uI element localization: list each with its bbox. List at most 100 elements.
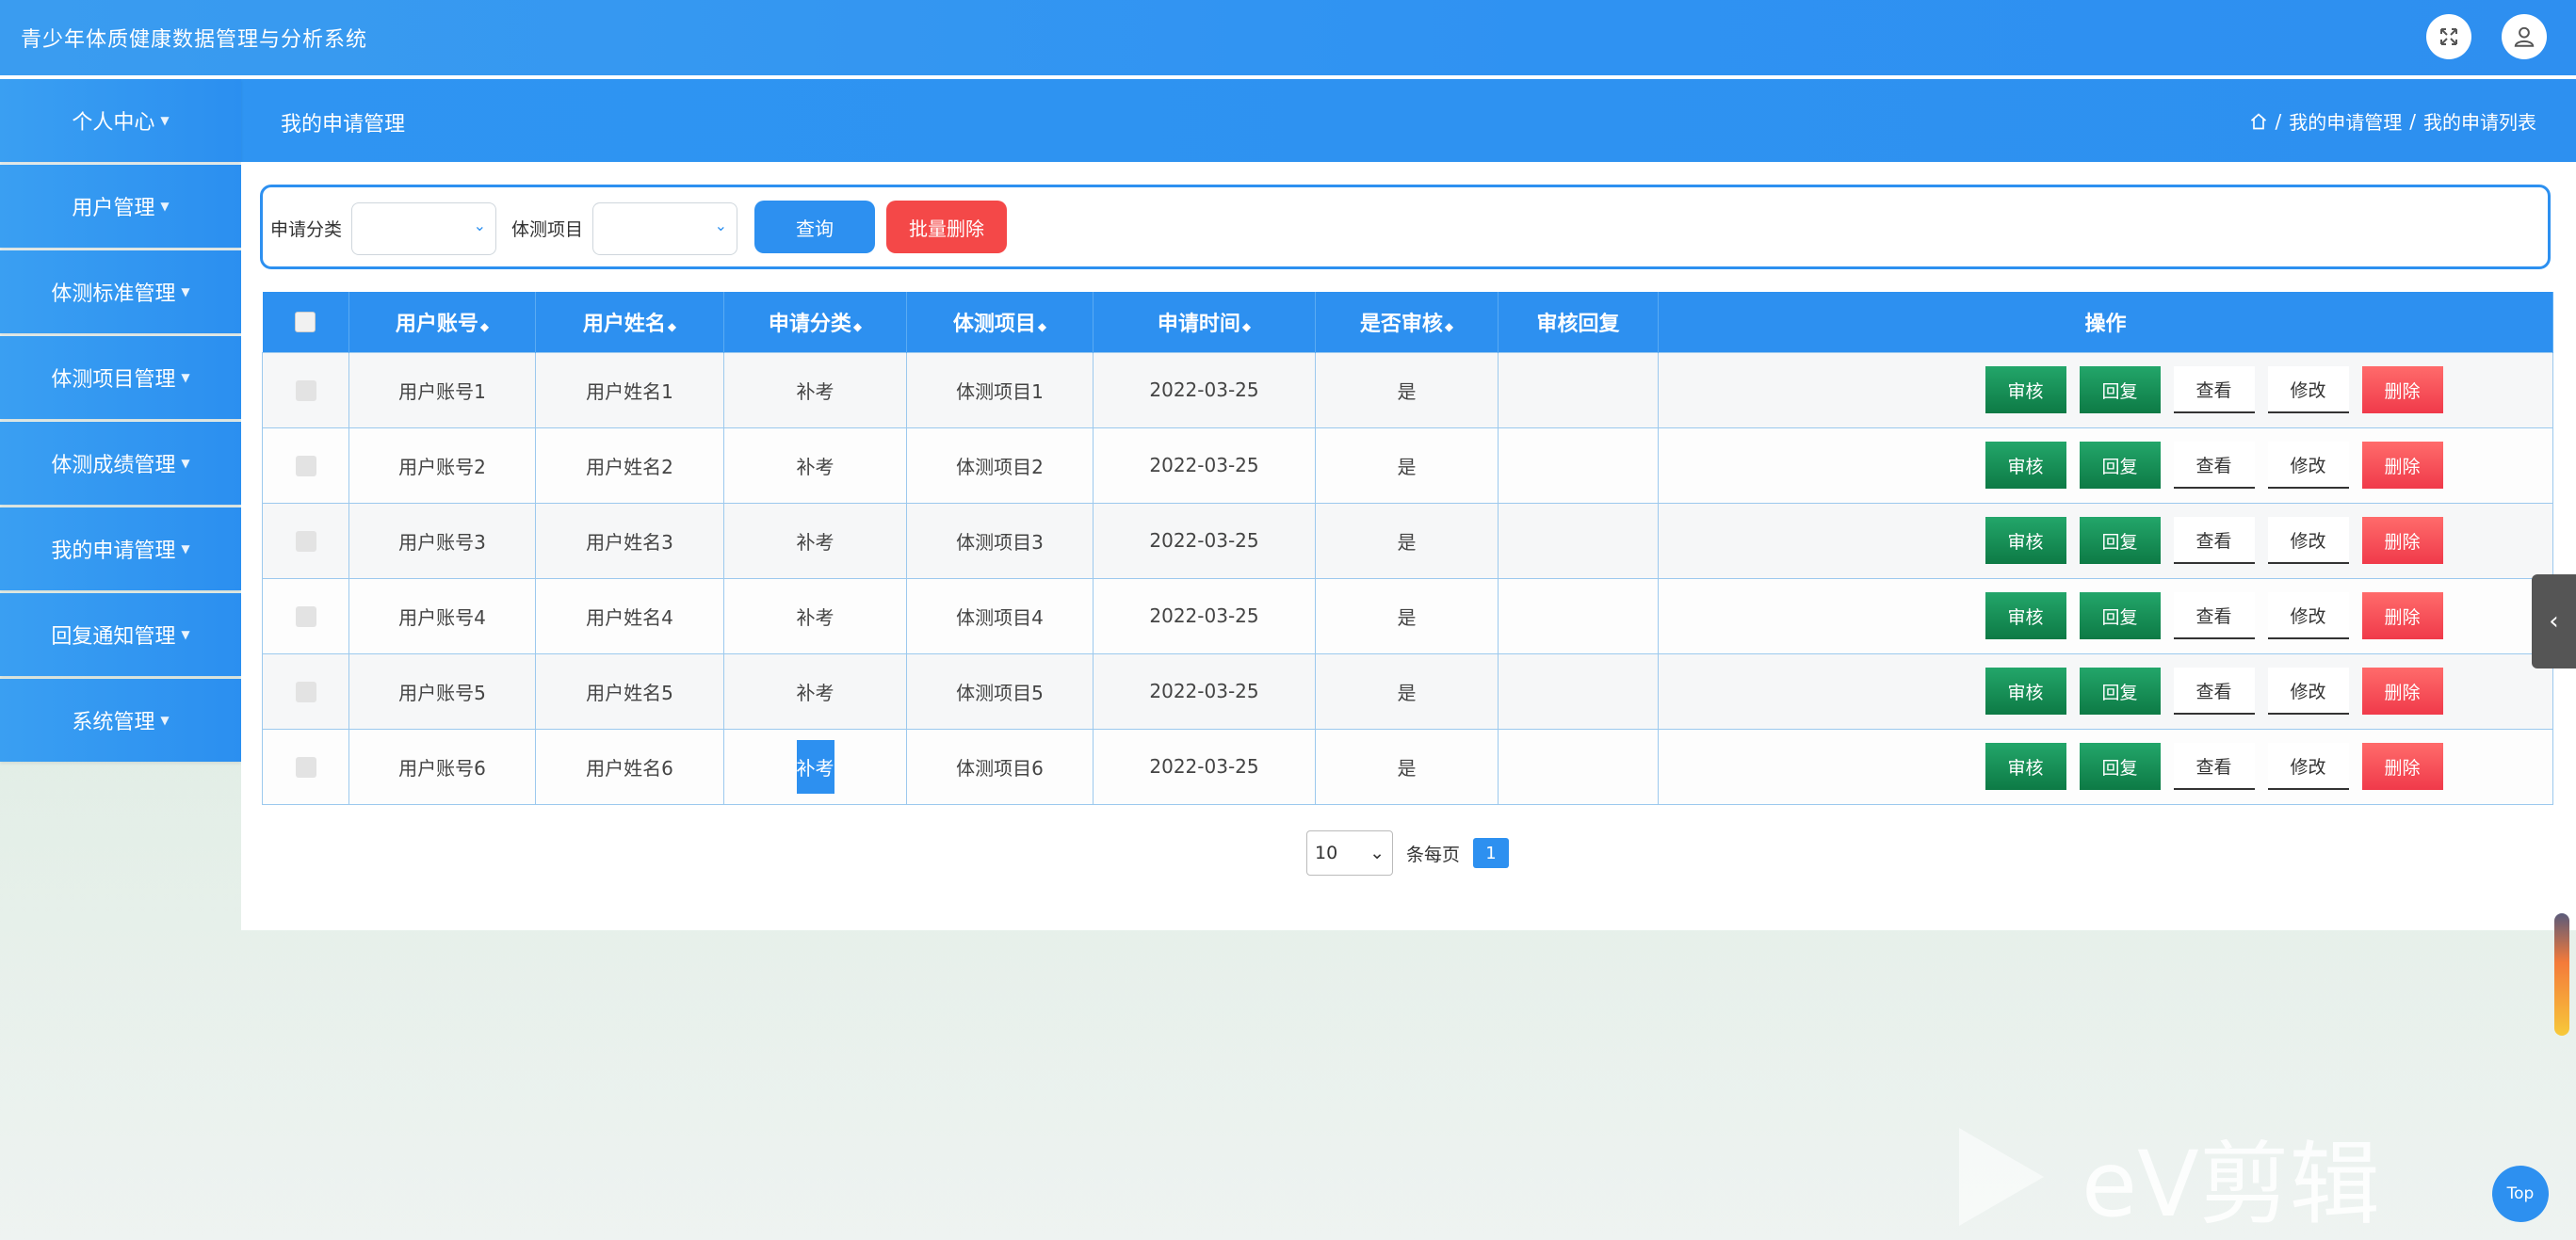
sort-icon: ◆ <box>1241 319 1252 333</box>
project-select[interactable]: ⌄ <box>592 202 737 255</box>
caret-down-icon: ▼ <box>181 457 190 470</box>
cell-time: 2022-03-25 <box>1093 351 1316 428</box>
delete-button[interactable]: 删除 <box>2361 366 2443 413</box>
view-button[interactable]: 查看 <box>2173 668 2255 715</box>
review-button[interactable]: 审核 <box>1985 442 2066 489</box>
sidebar-item-users[interactable]: 用户管理 ▼ <box>0 165 241 248</box>
user-avatar-button[interactable] <box>2502 14 2547 59</box>
chevron-down-icon: ⌄ <box>714 217 727 234</box>
user-icon <box>2514 26 2535 47</box>
view-button[interactable]: 查看 <box>2173 743 2255 790</box>
header-account[interactable]: 用户账号 ◆ <box>348 292 536 352</box>
scroll-indicator[interactable] <box>2554 913 2569 1036</box>
chevron-left-icon: ‹ <box>2549 607 2559 636</box>
cell-project: 体测项目3 <box>906 502 1094 579</box>
review-button[interactable]: 审核 <box>1985 743 2066 790</box>
delete-button[interactable]: 删除 <box>2361 442 2443 489</box>
header-category[interactable]: 申请分类 ◆ <box>723 292 907 352</box>
row-checkbox[interactable] <box>295 531 316 553</box>
delete-button[interactable]: 删除 <box>2361 668 2443 715</box>
sidebar-item-scores[interactable]: 体测成绩管理 ▼ <box>0 422 241 505</box>
table-row: 用户账号2 用户姓名2 补考 体测项目2 2022-03-25 是 审核 回复 … <box>262 427 2553 504</box>
row-checkbox[interactable] <box>295 456 316 477</box>
reply-button[interactable]: 回复 <box>2079 517 2161 564</box>
delete-button[interactable]: 删除 <box>2361 592 2443 639</box>
delete-button[interactable]: 删除 <box>2361 743 2443 790</box>
application-table: 用户账号 ◆ 用户姓名 ◆ 申请分类 ◆ 体测项目 ◆ 申请时间 ◆ 是否审核 ◆ 审核回复… <box>262 292 2553 805</box>
reply-button[interactable]: 回复 <box>2079 668 2161 715</box>
sort-icon: ◆ <box>1037 319 1047 333</box>
sidebar-item-projects[interactable]: 体测项目管理 ▼ <box>0 336 241 419</box>
sidebar-item-system[interactable]: 系统管理 ▼ <box>0 679 241 762</box>
play-logo-icon <box>1959 1127 2044 1226</box>
page-size-value: 10 <box>1315 843 1338 863</box>
sort-icon: ◆ <box>1444 319 1454 333</box>
cell-actions: 审核 回复 查看 修改 删除 <box>1658 728 2553 805</box>
sidebar-item-applications[interactable]: 我的申请管理 ▼ <box>0 507 241 590</box>
header-actions: 操作 <box>1658 292 2553 352</box>
reply-button[interactable]: 回复 <box>2079 743 2161 790</box>
table-row: 用户账号3 用户姓名3 补考 体测项目3 2022-03-25 是 审核 回复 … <box>262 502 2553 579</box>
header-time[interactable]: 申请时间 ◆ <box>1093 292 1316 352</box>
view-button[interactable]: 查看 <box>2173 517 2255 564</box>
cell-time: 2022-03-25 <box>1093 577 1316 654</box>
view-button[interactable]: 查看 <box>2173 592 2255 639</box>
sidebar-item-label: 体测成绩管理 <box>51 454 176 477</box>
query-button[interactable]: 查询 <box>754 201 875 253</box>
caret-down-icon: ▼ <box>160 714 170 727</box>
cell-category: 补考 <box>723 728 907 805</box>
delete-button[interactable]: 删除 <box>2361 517 2443 564</box>
cell-account: 用户账号5 <box>348 652 536 730</box>
row-checkbox[interactable] <box>295 682 316 703</box>
header-reviewed[interactable]: 是否审核 ◆ <box>1315 292 1499 352</box>
sidebar-item-personal[interactable]: 个人中心 ▼ <box>0 79 241 162</box>
cell-project: 体测项目6 <box>906 728 1094 805</box>
cell-name: 用户姓名1 <box>535 351 724 428</box>
cell-reviewed: 是 <box>1315 728 1499 805</box>
cell-project: 体测项目5 <box>906 652 1094 730</box>
breadcrumb-item-manage[interactable]: 我的申请管理 <box>2289 107 2402 135</box>
cell-account: 用户账号1 <box>348 351 536 428</box>
review-button[interactable]: 审核 <box>1985 366 2066 413</box>
edit-button[interactable]: 修改 <box>2267 592 2349 639</box>
edit-button[interactable]: 修改 <box>2267 668 2349 715</box>
reply-button[interactable]: 回复 <box>2079 592 2161 639</box>
page-size-select[interactable]: 10 ⌄ <box>1306 830 1393 876</box>
edit-button[interactable]: 修改 <box>2267 743 2349 790</box>
home-icon[interactable] <box>2249 112 2268 131</box>
sort-icon: ◆ <box>479 319 490 333</box>
row-checkbox[interactable] <box>295 380 316 402</box>
breadcrumb: / 我的申请管理 / 我的申请列表 <box>2249 107 2536 135</box>
view-button[interactable]: 查看 <box>2173 442 2255 489</box>
category-select[interactable]: ⌄ <box>351 202 496 255</box>
header-project[interactable]: 体测项目 ◆ <box>906 292 1094 352</box>
edit-button[interactable]: 修改 <box>2267 442 2349 489</box>
cell-actions: 审核 回复 查看 修改 删除 <box>1658 427 2553 504</box>
review-button[interactable]: 审核 <box>1985 592 2066 639</box>
edit-button[interactable]: 修改 <box>2267 517 2349 564</box>
edit-button[interactable]: 修改 <box>2267 366 2349 413</box>
caret-down-icon: ▼ <box>160 114 170 127</box>
fullscreen-button[interactable] <box>2426 14 2471 59</box>
page-button-current[interactable]: 1 <box>1473 838 1510 868</box>
sidebar-item-standards[interactable]: 体测标准管理 ▼ <box>0 250 241 333</box>
header-name[interactable]: 用户姓名 ◆ <box>535 292 724 352</box>
collapse-panel-button[interactable]: ‹ <box>2532 574 2576 668</box>
sidebar-item-label: 我的申请管理 <box>51 539 176 563</box>
cell-time: 2022-03-25 <box>1093 652 1316 730</box>
fullscreen-icon <box>2440 28 2457 45</box>
batch-delete-button[interactable]: 批量删除 <box>886 201 1007 253</box>
review-button[interactable]: 审核 <box>1985 668 2066 715</box>
select-all-checkbox[interactable] <box>295 312 316 333</box>
back-to-top-button[interactable]: Top <box>2492 1166 2549 1222</box>
chevron-down-icon: ⌄ <box>1369 843 1385 863</box>
reply-button[interactable]: 回复 <box>2079 442 2161 489</box>
cell-actions: 审核 回复 查看 修改 删除 <box>1658 351 2553 428</box>
view-button[interactable]: 查看 <box>2173 366 2255 413</box>
row-checkbox[interactable] <box>295 757 316 779</box>
row-checkbox[interactable] <box>295 606 316 628</box>
review-button[interactable]: 审核 <box>1985 517 2066 564</box>
watermark-text: eV剪辑 <box>2082 1132 2380 1237</box>
sidebar-item-notices[interactable]: 回复通知管理 ▼ <box>0 593 241 676</box>
reply-button[interactable]: 回复 <box>2079 366 2161 413</box>
